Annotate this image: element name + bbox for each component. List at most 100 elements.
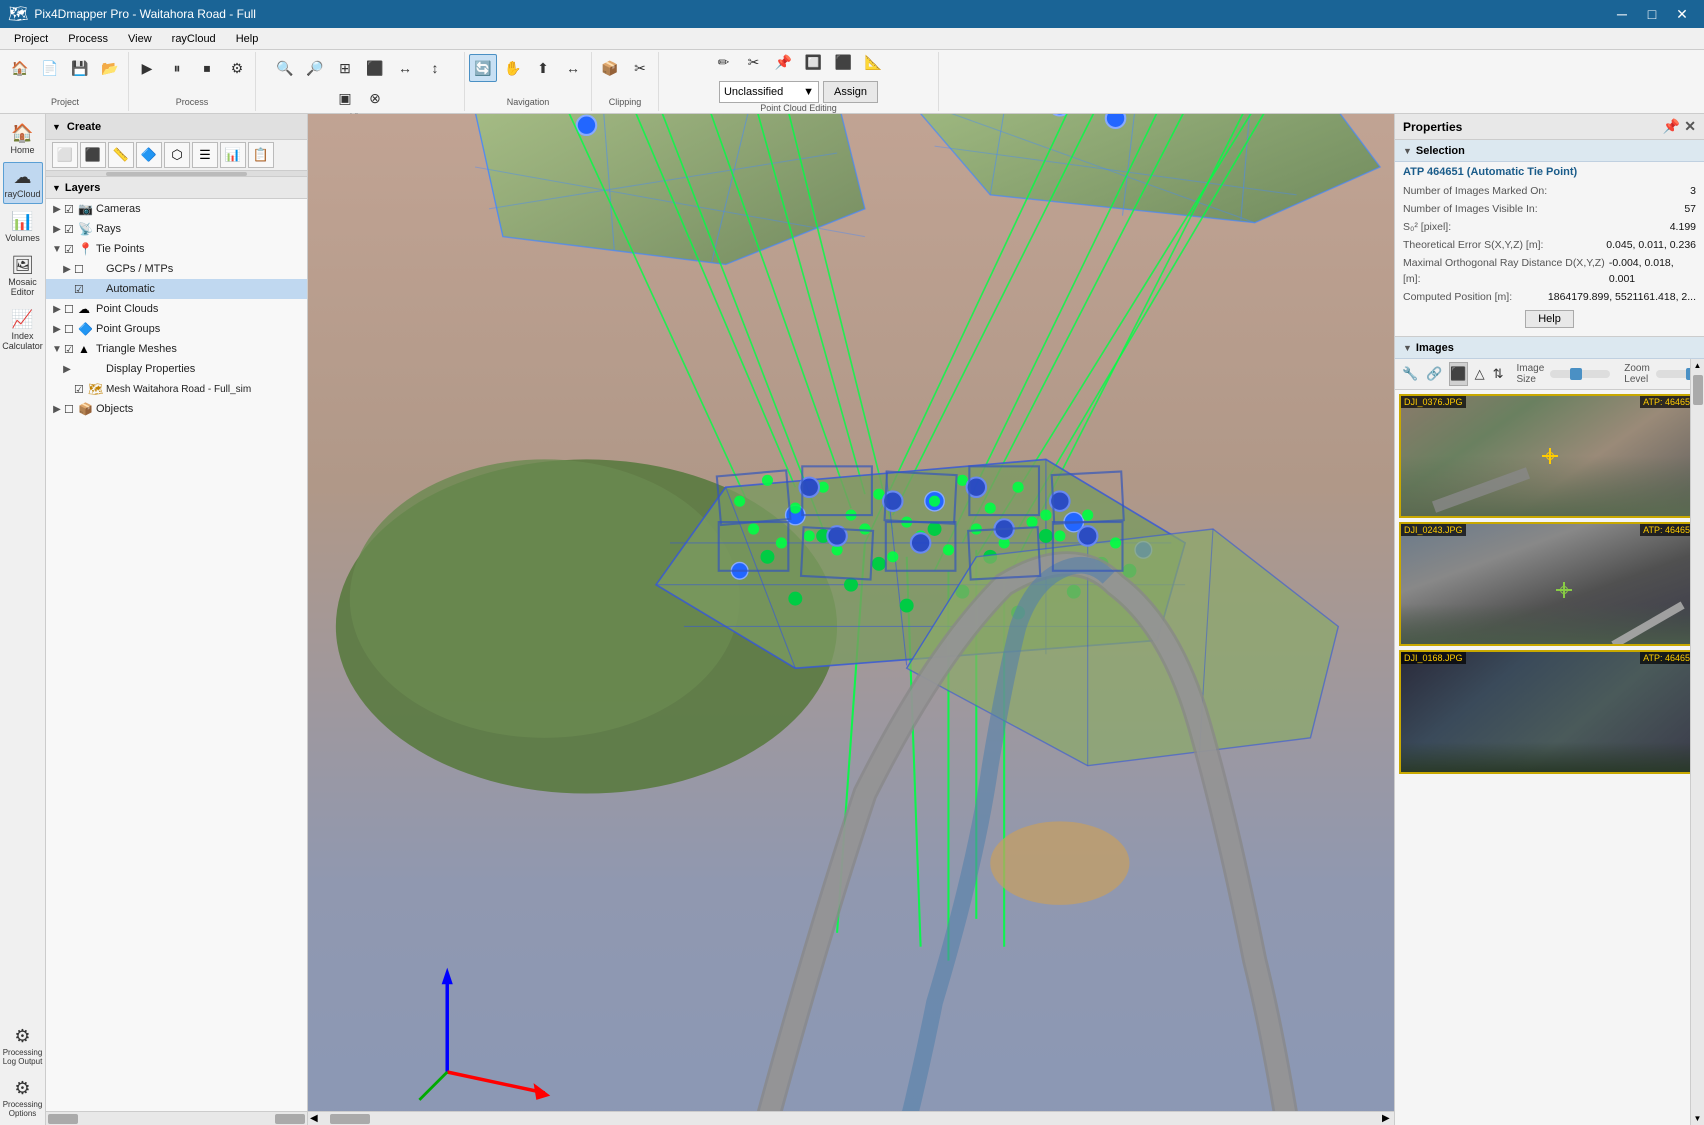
tb-fit-btn[interactable]: ⊞ (331, 54, 359, 82)
create-tool-8[interactable]: 📋 (248, 142, 274, 168)
atp-title: ATP 464651 (Automatic Tie Point) (1403, 166, 1696, 178)
sidebar-home-btn[interactable]: 🏠 Home (3, 118, 43, 160)
toolbar-group-project: 🏠 📄 💾 📂 Project (2, 52, 129, 111)
menu-view[interactable]: View (118, 28, 162, 50)
sidebar-mosaic-btn[interactable]: 🖼 Mosaic Editor (3, 250, 43, 302)
create-tool-6[interactable]: ☰ (192, 142, 218, 168)
toolbar-group-pce: ✏ ✂ 📌 🔲 ⬛ 📐 Unclassified ▼ Assign Point … (659, 52, 939, 111)
sidebar-raycloud-btn[interactable]: ☁ rayCloud (3, 162, 43, 204)
tree-mesh-item[interactable]: ☑ 🗺 Mesh Waitahora Road - Full_sim (46, 379, 307, 399)
tb-nav-select-btn[interactable]: ↔ (559, 54, 587, 82)
menu-process[interactable]: Process (58, 28, 118, 50)
create-tool-5[interactable]: ⬡ (164, 142, 190, 168)
image-card-label-2: DJI_0168.JPG (1401, 652, 1466, 664)
tb-new-btn[interactable]: 📄 (36, 54, 64, 82)
tb-pce-pin-btn[interactable]: 📌 (770, 49, 798, 77)
viewport[interactable]: ◀ ▶ (308, 114, 1394, 1125)
tree-pointgroups[interactable]: ▶ ☐ 🔷 Point Groups (46, 319, 307, 339)
create-tool-1[interactable]: ⬜ (52, 142, 78, 168)
help-button[interactable]: Help (1525, 310, 1574, 328)
tb-zoom-out-btn[interactable]: 🔎 (301, 54, 329, 82)
tb-select-btn[interactable]: ⬛ (361, 54, 389, 82)
image-card-2[interactable]: DJI_0168.JPG ATP: 464651 (1399, 650, 1700, 774)
tb-stop-btn[interactable]: ⏹ (193, 54, 221, 82)
menu-help[interactable]: Help (226, 28, 269, 50)
images-vscrollbar[interactable]: ▲ ▼ (1690, 359, 1704, 1125)
selection-content: ATP 464651 (Automatic Tie Point) Number … (1395, 162, 1704, 337)
image-card-label-1: DJI_0243.JPG (1401, 524, 1466, 536)
tb-nav-zoom-btn[interactable]: ⬆ (529, 54, 557, 82)
create-tools: ⬜ ⬛ 📏 🔷 ⬡ ☰ 📊 📋 (46, 140, 307, 171)
img-tb-triangle-btn[interactable]: △ (1474, 362, 1486, 386)
image-card-0[interactable]: DJI_0376.JPG ATP: 464651 (1399, 394, 1700, 518)
menubar: Project Process View rayCloud Help (0, 28, 1704, 50)
sidebar-options-btn[interactable]: ⚙ Processing Options (3, 1073, 43, 1123)
sidebar-index-btn[interactable]: 📈 Index Calculator (3, 304, 43, 356)
toolbar-group-process-label: Process (176, 97, 209, 109)
images-expand-icon[interactable]: ▼ (1403, 343, 1412, 353)
img-tb-link-btn[interactable]: 🔗 (1425, 362, 1443, 386)
tb-pause-btn[interactable]: ⏸ (163, 54, 191, 82)
create-tool-3[interactable]: 📏 (108, 142, 134, 168)
selection-expand-icon[interactable]: ▼ (1403, 146, 1412, 156)
tb-pce-cut-btn[interactable]: ✂ (740, 49, 768, 77)
tb-clip1-btn[interactable]: 📦 (596, 54, 624, 82)
sidebar-volumes-btn[interactable]: 📊 Volumes (3, 206, 43, 248)
right-panel-title: Properties 📌 ✕ (1395, 114, 1704, 140)
create-header: ▼ Create (46, 114, 307, 140)
image-card-1[interactable]: DJI_0243.JPG ATP: 464651 (1399, 522, 1700, 646)
minimize-button[interactable]: ─ (1608, 0, 1636, 28)
tree-objects[interactable]: ▶ ☐ 📦 Objects (46, 399, 307, 419)
tb-view3-btn[interactable]: ↕ (421, 54, 449, 82)
tb-zoom-in-btn[interactable]: 🔍 (271, 54, 299, 82)
prop-row-0: Number of Images Marked On: 3 (1403, 182, 1696, 200)
tree-trimeshes[interactable]: ▼ ☑ ▲ Triangle Meshes (46, 339, 307, 359)
img-tb-view-btn[interactable]: ⬛ (1449, 362, 1467, 386)
pce-assign-button[interactable]: Assign (823, 81, 878, 103)
scene-svg (308, 114, 1394, 1125)
tb-view2-btn[interactable]: ↔ (391, 54, 419, 82)
pce-class-dropdown[interactable]: Unclassified ▼ (719, 81, 819, 103)
toolbar-group-view: 🔍 🔎 ⊞ ⬛ ↔ ↕ ▣ ⊗ View (256, 52, 465, 111)
create-tool-4[interactable]: 🔷 (136, 142, 162, 168)
panel-pin-btn[interactable]: 📌 (1663, 118, 1680, 135)
tb-nav-pan-btn[interactable]: ✋ (499, 54, 527, 82)
prop-row-3: Theoretical Error S(X,Y,Z) [m]: 0.045, 0… (1403, 236, 1696, 254)
tree-automatic[interactable]: ☑ Automatic (46, 279, 307, 299)
close-button[interactable]: ✕ (1668, 0, 1696, 28)
tb-view5-btn[interactable]: ⊗ (361, 84, 389, 112)
tb-clip2-btn[interactable]: ✂ (626, 54, 654, 82)
image-size-slider[interactable] (1550, 370, 1610, 378)
tree-gcps[interactable]: ▶ ☐ GCPs / MTPs (46, 259, 307, 279)
layers-header: ▼ Layers (46, 177, 307, 199)
create-tool-7[interactable]: 📊 (220, 142, 246, 168)
tree-pointclouds[interactable]: ▶ ☐ ☁ Point Clouds (46, 299, 307, 319)
img-tb-tool-btn[interactable]: 🔧 (1401, 362, 1419, 386)
tb-save-btn[interactable]: 💾 (66, 54, 94, 82)
maximize-button[interactable]: □ (1638, 0, 1666, 28)
viewport-hscrollbar[interactable]: ◀ ▶ (308, 1111, 1394, 1125)
tb-pce-box-btn[interactable]: 🔲 (800, 49, 828, 77)
create-tool-2[interactable]: ⬛ (80, 142, 106, 168)
tb-pce-ruler-btn[interactable]: 📐 (860, 49, 888, 77)
tb-nav-rotate-btn[interactable]: 🔄 (469, 54, 497, 82)
tb-run-btn[interactable]: ▶ (133, 54, 161, 82)
tree-rays[interactable]: ▶ ☑ 📡 Rays (46, 219, 307, 239)
tree-cameras[interactable]: ▶ ☑ 📷 Cameras (46, 199, 307, 219)
tb-pce-square-btn[interactable]: ⬛ (830, 49, 858, 77)
img-tb-sort-btn[interactable]: ⇅ (1492, 362, 1505, 386)
prop-row-4: Maximal Orthogonal Ray Distance D(X,Y,Z)… (1403, 254, 1696, 288)
images-section: 🔧 🔗 ⬛ △ ⇅ Image Size Zoom Level 🔍 (1395, 359, 1704, 1125)
menu-project[interactable]: Project (4, 28, 58, 50)
tb-settings-btn[interactable]: ⚙ (223, 54, 251, 82)
panel-close-btn[interactable]: ✕ (1684, 118, 1696, 135)
menu-raycloud[interactable]: rayCloud (162, 28, 226, 50)
tree-displayprops[interactable]: ▶ Display Properties (46, 359, 307, 379)
tree-tiepoints[interactable]: ▼ ☑ 📍 Tie Points (46, 239, 307, 259)
tb-pce-pencil-btn[interactable]: ✏ (710, 49, 738, 77)
tb-home-btn[interactable]: 🏠 (6, 54, 34, 82)
tb-view4-btn[interactable]: ▣ (331, 84, 359, 112)
create-label: Create (67, 121, 101, 133)
sidebar-log-btn[interactable]: ⚙ Processing Log Output (3, 1021, 43, 1071)
tb-open-btn[interactable]: 📂 (96, 54, 124, 82)
